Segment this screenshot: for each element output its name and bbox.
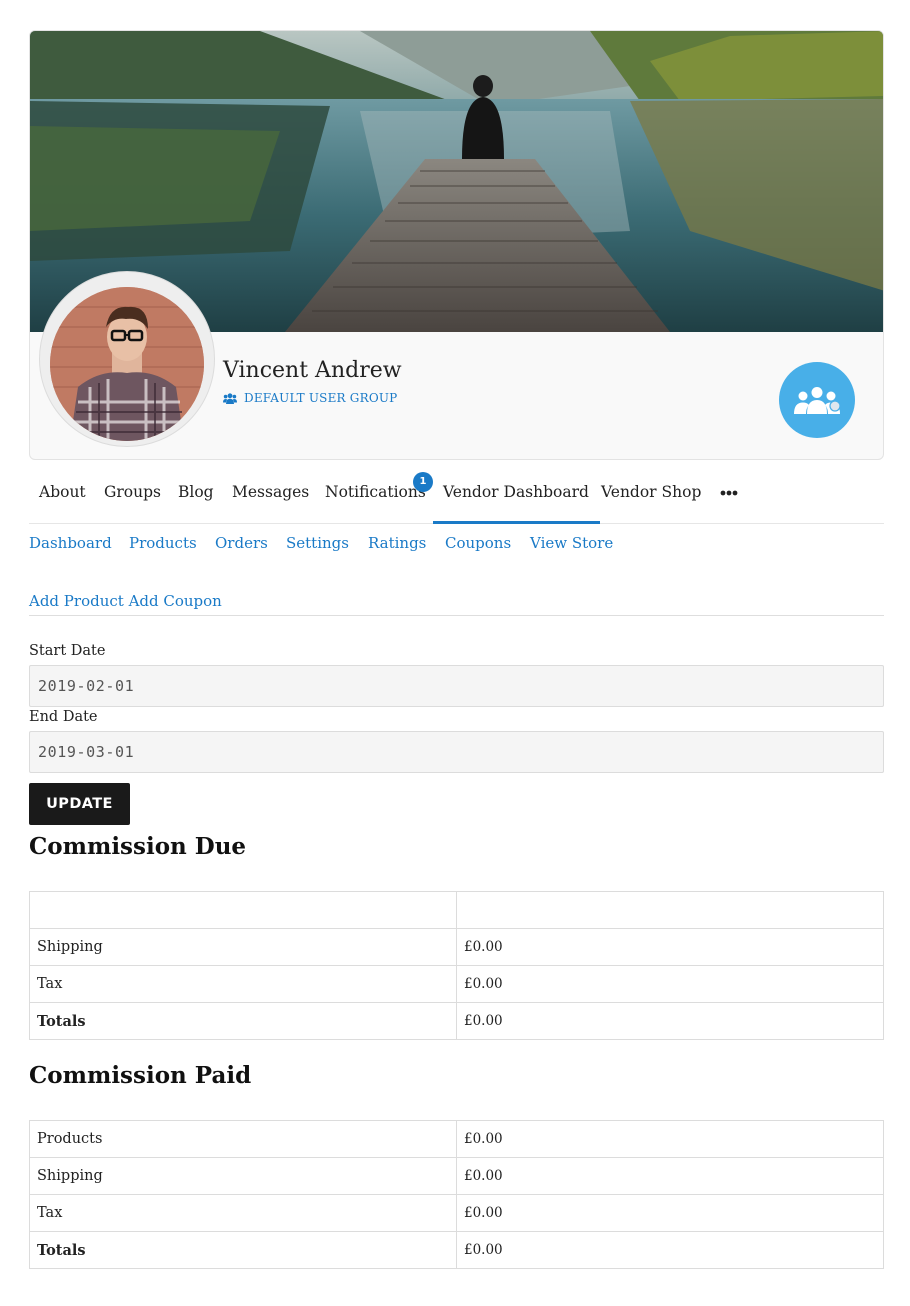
- section-divider: [29, 615, 884, 616]
- commission-due-table: Shipping £0.00 Tax £0.00 Totals £0.00: [29, 891, 884, 1040]
- start-date-label: Start Date: [29, 643, 106, 659]
- row-amount: £0.00: [456, 1002, 884, 1040]
- start-date-input[interactable]: [29, 665, 884, 707]
- users-icon: [223, 392, 237, 404]
- row-label: Tax: [29, 965, 457, 1003]
- nav-item-messages[interactable]: Messages: [232, 470, 309, 524]
- row-label: Totals: [29, 1231, 457, 1269]
- add-product-link[interactable]: Add Product: [29, 592, 124, 610]
- end-date-input[interactable]: [29, 731, 884, 773]
- row-amount: £0.00: [456, 1157, 884, 1195]
- avatar[interactable]: [50, 287, 204, 441]
- subnav-ratings[interactable]: Ratings: [368, 534, 426, 552]
- nav-item-groups[interactable]: Groups: [104, 470, 161, 524]
- action-links: Add Product Add Coupon: [29, 592, 222, 610]
- group-icon: [794, 387, 841, 414]
- nav-item-vendor-shop[interactable]: Vendor Shop: [601, 470, 701, 524]
- subnav-orders[interactable]: Orders: [215, 534, 268, 552]
- row-amount: £0.00: [456, 1120, 884, 1158]
- row-amount: £0.00: [456, 928, 884, 966]
- nav-item-vendor-dashboard[interactable]: Vendor Dashboard: [433, 470, 600, 524]
- subnav-products[interactable]: Products: [129, 534, 197, 552]
- table-row: Shipping £0.00: [29, 928, 884, 966]
- profile-name: Vincent Andrew: [223, 358, 402, 383]
- row-label: Shipping: [29, 1157, 457, 1195]
- commission-paid-table: Products £0.00 Shipping £0.00 Tax £0.00 …: [29, 1120, 884, 1269]
- commission-due-title: Commission Due: [29, 833, 247, 860]
- update-button[interactable]: UPDATE: [29, 783, 130, 825]
- row-label: Totals: [29, 1002, 457, 1040]
- more-dots-icon[interactable]: [720, 490, 738, 496]
- subnav-coupons[interactable]: Coupons: [445, 534, 511, 552]
- user-group-label: DEFAULT USER GROUP: [244, 391, 398, 405]
- row-label: Tax: [29, 1194, 457, 1232]
- totals-row: Totals £0.00: [29, 1002, 884, 1040]
- avatar-photo: [50, 287, 204, 441]
- row-amount: [456, 891, 884, 929]
- profile-nav: About Groups Blog Messages Notifications…: [29, 470, 884, 524]
- nav-item-about[interactable]: About: [39, 470, 86, 524]
- end-date-label: End Date: [29, 709, 98, 725]
- nav-item-notifications[interactable]: Notifications: [325, 470, 426, 524]
- row-label: Products: [29, 1120, 457, 1158]
- row-label: Shipping: [29, 928, 457, 966]
- table-row: Tax £0.00: [29, 1194, 884, 1232]
- table-row: Products £0.00: [29, 1120, 884, 1158]
- add-coupon-link[interactable]: Add Coupon: [129, 592, 222, 610]
- profile-card: Vincent Andrew DEFAULT USER GROUP: [29, 30, 884, 460]
- row-label: [29, 891, 457, 929]
- user-group-link[interactable]: DEFAULT USER GROUP: [223, 391, 397, 405]
- table-row: Shipping £0.00: [29, 1157, 884, 1195]
- notification-count-badge: 1: [413, 472, 433, 492]
- subnav-view-store[interactable]: View Store: [530, 534, 613, 552]
- commission-paid-title: Commission Paid: [29, 1062, 252, 1089]
- table-row: Tax £0.00: [29, 965, 884, 1003]
- nav-item-blog[interactable]: Blog: [178, 470, 214, 524]
- table-row: [29, 891, 884, 929]
- group-badge[interactable]: [779, 362, 855, 438]
- totals-row: Totals £0.00: [29, 1231, 884, 1269]
- subnav-settings[interactable]: Settings: [286, 534, 349, 552]
- row-amount: £0.00: [456, 965, 884, 1003]
- subnav-dashboard[interactable]: Dashboard: [29, 534, 112, 552]
- row-amount: £0.00: [456, 1231, 884, 1269]
- row-amount: £0.00: [456, 1194, 884, 1232]
